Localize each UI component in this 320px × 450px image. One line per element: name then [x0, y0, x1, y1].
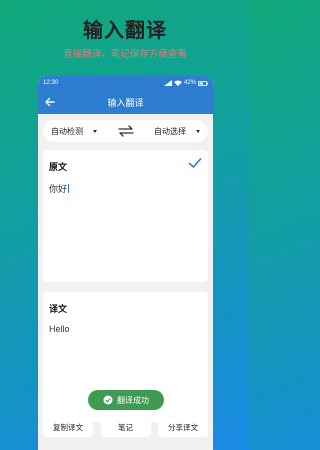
signal-icon: [163, 80, 172, 86]
source-input[interactable]: 你好: [49, 182, 70, 195]
arrow-left-icon[interactable]: [44, 96, 56, 108]
wifi-icon: [173, 80, 182, 86]
chevron-down-icon: [196, 129, 200, 133]
chevron-down-icon: [93, 129, 97, 133]
app-bar-title: 输入翻译: [107, 97, 144, 108]
source-language-label: 自动检测: [51, 126, 83, 136]
promo-title: 输入翻译: [83, 20, 167, 42]
phone-screen: 12:30 42% 输入翻译 自动检测 自动选择 原文 你好 译文 Hello …: [38, 76, 213, 450]
promo-subtitle: 直接翻译，笔记保存方便查看: [63, 49, 187, 60]
bottom-button-row: 复制译文 笔记 分享译文: [43, 417, 208, 437]
status-time: 12:30: [43, 80, 59, 86]
status-bar: 12:30 42%: [38, 76, 213, 90]
notes-button[interactable]: 笔记: [100, 417, 151, 437]
source-text: 你好: [49, 184, 68, 194]
swap-arrows-icon[interactable]: [117, 125, 134, 137]
source-title: 原文: [49, 162, 68, 172]
target-title: 译文: [49, 304, 68, 314]
target-language-select[interactable]: 自动选择: [154, 126, 200, 137]
source-language-select[interactable]: 自动检测: [51, 126, 97, 137]
battery-icon: [198, 80, 208, 86]
app-bar: 输入翻译: [38, 90, 213, 114]
target-text: Hello: [49, 324, 70, 334]
copy-translation-button[interactable]: 复制译文: [43, 417, 93, 437]
target-language-label: 自动选择: [154, 126, 186, 136]
toast-message: 翻译成功: [88, 390, 164, 410]
toast-text: 翻译成功: [117, 395, 149, 405]
battery-percent: 42%: [183, 80, 196, 86]
status-icons: 42%: [163, 80, 208, 86]
share-translation-button[interactable]: 分享译文: [158, 417, 208, 437]
source-card: 原文 你好: [43, 150, 208, 282]
language-bar: 自动检测 自动选择: [43, 120, 208, 142]
check-icon[interactable]: [188, 156, 202, 170]
check-circle-icon: [103, 395, 113, 405]
text-cursor: [68, 184, 70, 193]
